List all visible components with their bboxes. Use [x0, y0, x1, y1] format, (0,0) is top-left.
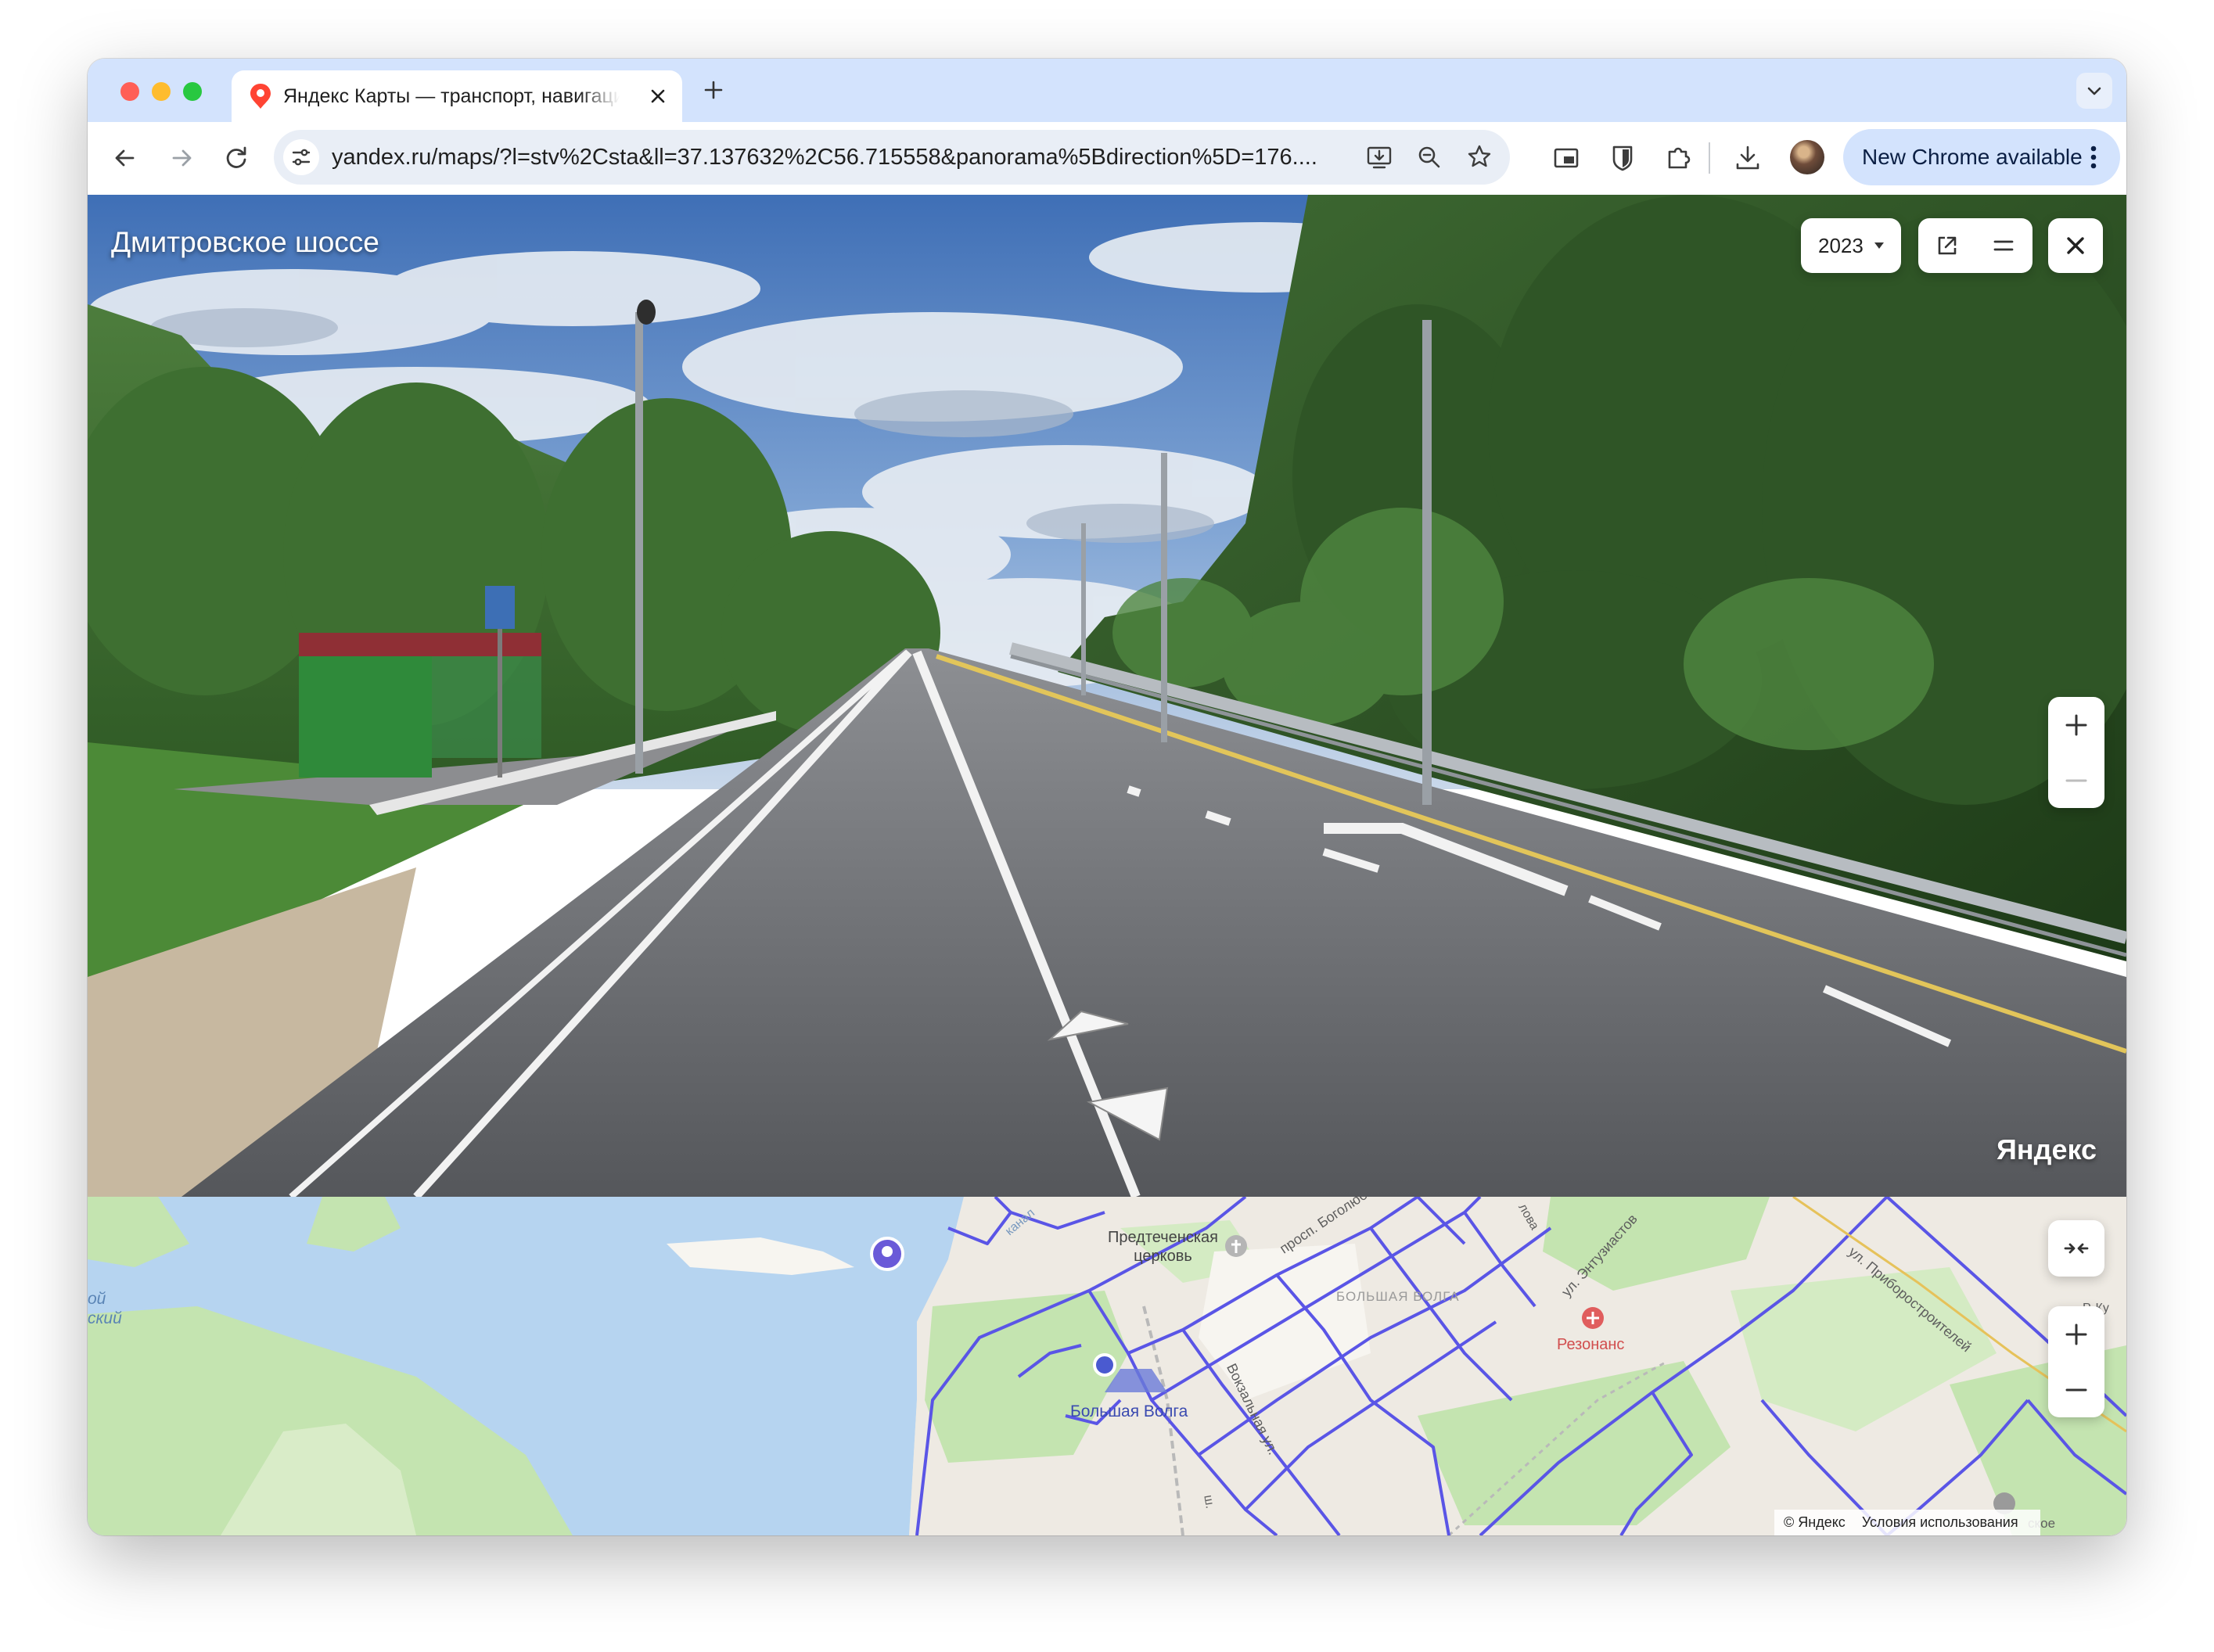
year-selector[interactable]: 2023: [1801, 218, 1901, 273]
url-text[interactable]: yandex.ru/maps/?l=stv%2Csta&ll=37.137632…: [332, 130, 1341, 185]
map-zoom-out-button[interactable]: [2048, 1362, 2104, 1417]
maximize-window-button[interactable]: [183, 82, 202, 101]
password-manager-extension-icon[interactable]: [1605, 141, 1640, 175]
tab-search-button[interactable]: [2076, 73, 2112, 109]
collapse-map-button[interactable]: [2048, 1220, 2104, 1277]
mini-map[interactable]: Предтеченская церковь Большая Волга БОЛЬ…: [88, 1197, 2126, 1535]
panorama-zoom-out-button[interactable]: [2048, 752, 2104, 808]
site-info-button[interactable]: [283, 139, 319, 175]
collapse-arrows-icon: [2064, 1243, 2089, 1254]
map-label-district: БОЛЬШАЯ ВОЛГА: [1336, 1289, 1460, 1304]
map-label-clinic: Резонанс: [1557, 1336, 1625, 1353]
browser-window: Яндекс Карты — транспорт, навигация, пои…: [88, 59, 2126, 1535]
panorama-controls: [1918, 218, 2032, 273]
map-label-road-sh: ш.: [1201, 1494, 1217, 1510]
browser-toolbar: yandex.ru/maps/?l=stv%2Csta&ll=37.137632…: [88, 122, 2126, 196]
extensions-puzzle-icon[interactable]: [1662, 141, 1696, 175]
map-label-church: Предтеченская церковь: [1108, 1229, 1218, 1265]
map-copyright-bar: © Яндекс Условия использования: [1774, 1510, 2040, 1535]
picture-in-picture-icon[interactable]: [1549, 141, 1583, 175]
chevron-down-icon: [2087, 87, 2101, 95]
plus-icon: [2065, 714, 2087, 736]
open-external-icon[interactable]: [1932, 231, 1962, 260]
map-label-station: Большая Волга: [1070, 1402, 1188, 1420]
close-icon: [2067, 237, 2084, 254]
street-panorama[interactable]: Дмитровское шоссе 2023 Яндекс: [88, 195, 2126, 1197]
plus-icon: [2065, 1323, 2087, 1345]
back-icon[interactable]: [108, 141, 142, 175]
year-label: 2023: [1818, 234, 1864, 257]
caret-down-icon: [1874, 242, 1884, 249]
download-icon[interactable]: [1731, 141, 1765, 175]
yandex-maps-pin-icon: [250, 84, 271, 109]
forward-icon[interactable]: [164, 141, 199, 175]
new-tab-icon[interactable]: [699, 76, 728, 104]
new-chrome-label: New Chrome available: [1862, 145, 2083, 169]
close-window-button[interactable]: [120, 82, 139, 101]
profile-avatar[interactable]: [1790, 140, 1824, 174]
minus-icon: [2065, 1388, 2087, 1392]
tab-yandex-maps[interactable]: Яндекс Карты — транспорт, навигация, пои…: [232, 70, 682, 122]
new-chrome-available-button[interactable]: New Chrome available: [1843, 129, 2120, 185]
kebab-menu-icon: [2090, 145, 2097, 169]
map-zoom-in-button[interactable]: [2048, 1306, 2104, 1362]
tab-strip: Яндекс Карты — транспорт, навигация, пои…: [88, 59, 2126, 122]
install-app-icon[interactable]: [1363, 141, 1396, 174]
zoom-icon[interactable]: [1413, 141, 1446, 174]
terms-link[interactable]: Условия использования: [1862, 1514, 2018, 1530]
close-panorama-button[interactable]: [2048, 218, 2103, 273]
minus-icon: [2065, 779, 2087, 782]
yandex-watermark: Яндекс: [1997, 1133, 2097, 1165]
close-tab-icon[interactable]: [648, 86, 668, 106]
minimize-window-button[interactable]: [152, 82, 171, 101]
panorama-image: [88, 195, 2126, 1197]
toolbar-separator: [1709, 142, 1710, 174]
map-label-left-fragment: ой ский: [88, 1290, 122, 1327]
bookmark-star-icon[interactable]: [1463, 141, 1496, 174]
panorama-zoom-controls: [2048, 697, 2104, 808]
reload-icon[interactable]: [219, 141, 253, 175]
map-zoom-controls: [2048, 1306, 2104, 1417]
split-view-icon[interactable]: [1989, 231, 2018, 260]
copyright-text: © Яндекс: [1784, 1514, 1846, 1530]
address-bar[interactable]: yandex.ru/maps/?l=stv%2Csta&ll=37.137632…: [274, 130, 1510, 185]
tune-icon: [292, 149, 311, 166]
panorama-zoom-in-button[interactable]: [2048, 697, 2104, 752]
tab-title: Яндекс Карты — транспорт, навигация, пои…: [283, 85, 620, 107]
street-name: Дмитровское шоссе: [111, 226, 379, 258]
map-image: [88, 1197, 2126, 1535]
